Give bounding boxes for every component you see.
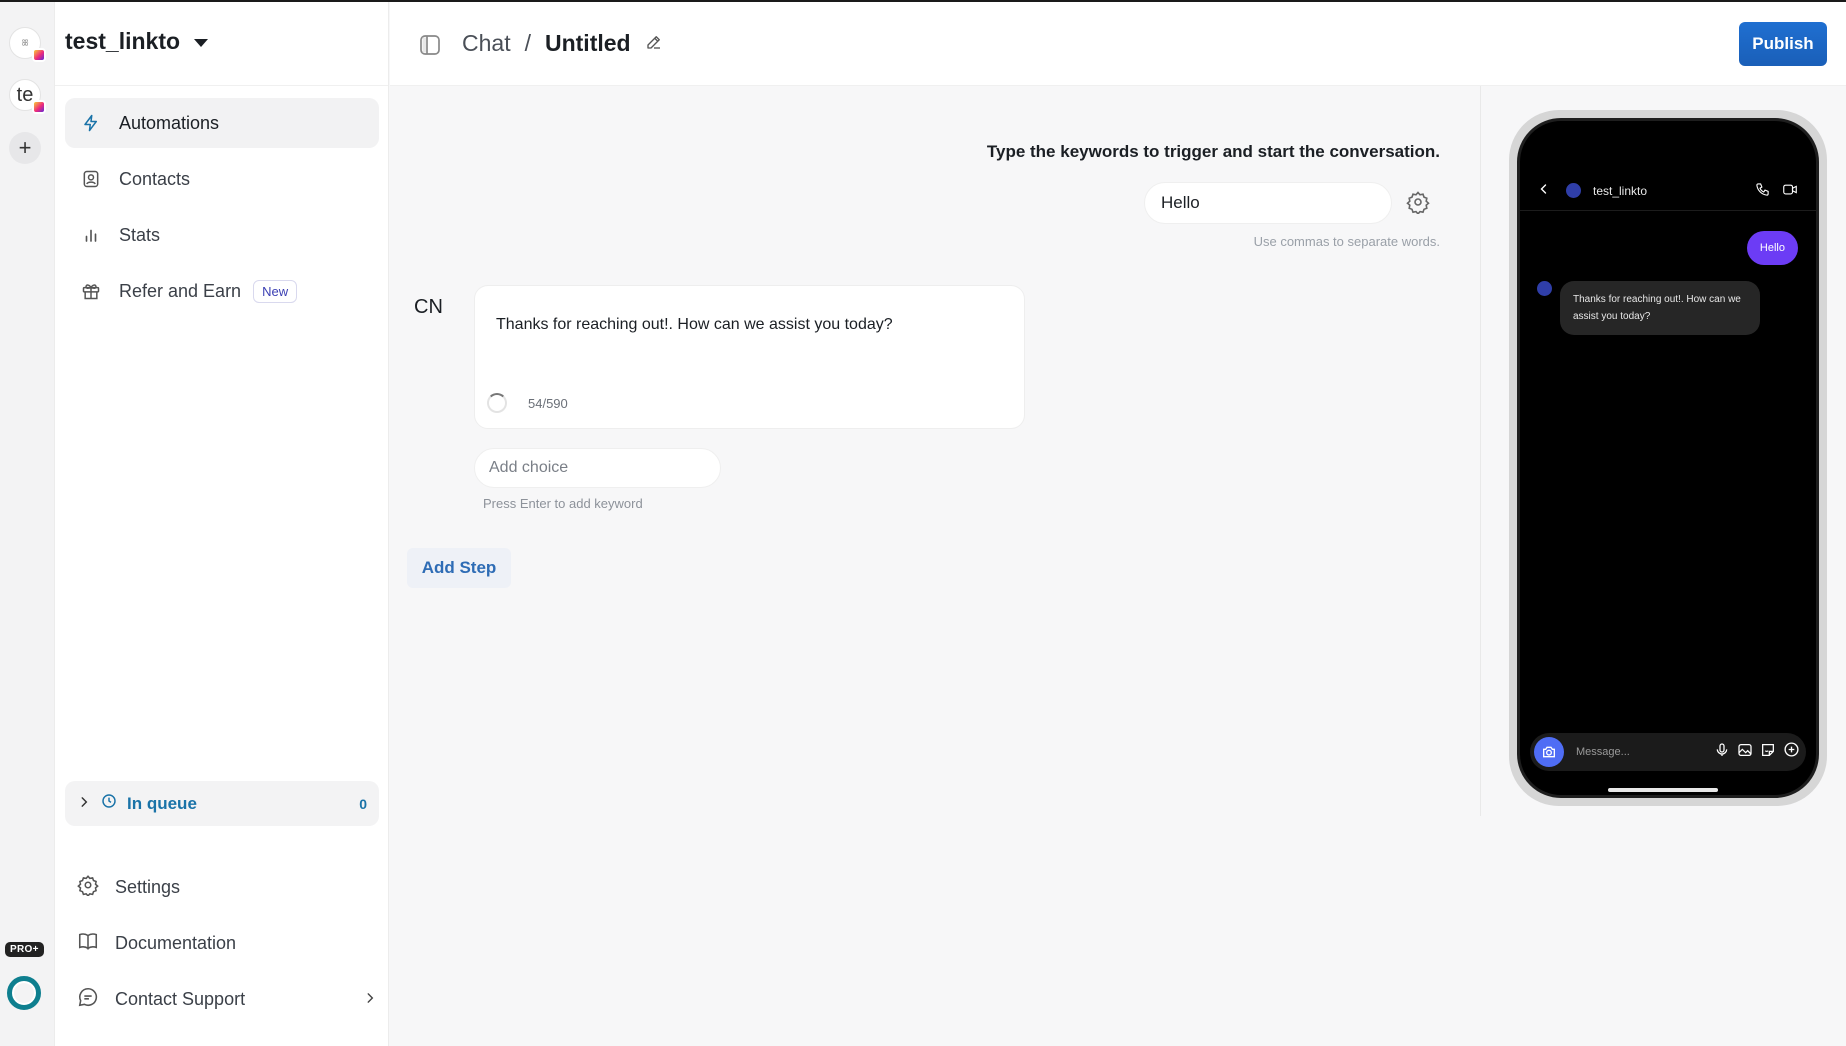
top-header: Chat / Untitled Publish (390, 2, 1846, 86)
queue-count: 0 (359, 795, 367, 812)
new-badge: New (253, 279, 298, 303)
sidebar-item-label: Documentation (115, 932, 237, 953)
instagram-icon (32, 48, 46, 62)
sidebar-item-label: Contact Support (115, 988, 246, 1009)
sidebar-toggle-icon[interactable] (418, 33, 442, 62)
sidebar-item-label: Automations (119, 112, 220, 133)
sender-initials: CN (414, 296, 443, 318)
char-count: 54/590 (528, 396, 568, 411)
incoming-message: Thanks for reaching out!. How can we ass… (1560, 281, 1760, 335)
sidebar-item-label: Refer and Earn (119, 280, 242, 301)
composer-placeholder: Message... (1576, 746, 1630, 758)
home-indicator (1608, 788, 1718, 792)
book-icon (77, 930, 99, 957)
breadcrumb-separator: / (524, 30, 531, 56)
chevron-right-icon (363, 989, 377, 1010)
microphone-icon (1714, 742, 1730, 763)
sidebar-item-contacts[interactable]: Contacts (65, 154, 379, 204)
queue-label: In queue (127, 793, 197, 813)
plus-icon: + (18, 135, 32, 160)
preview-divider (1480, 86, 1481, 816)
add-account-button[interactable]: + (9, 132, 41, 164)
page-title: Untitled (544, 30, 631, 56)
sidebar-item-label: Stats (119, 224, 161, 245)
account-rail: ꕥ te + PRO+ (0, 2, 55, 1046)
sidebar-item-contact-support[interactable]: Contact Support (77, 971, 377, 1027)
sidebar-item-label: Contacts (119, 168, 191, 189)
sidebar-item-refer[interactable]: Refer and Earn New (65, 266, 379, 316)
back-arrow-icon (1538, 183, 1550, 198)
contact-card-icon (79, 167, 103, 191)
outgoing-message: Hello (1746, 231, 1798, 265)
sidebar-divider (55, 85, 388, 86)
breadcrumb: Chat / Untitled (462, 30, 663, 57)
dm-header: test_linkto (1520, 171, 1816, 211)
plus-circle-icon (1783, 741, 1800, 763)
account-initials: te (16, 83, 34, 106)
composer-icons (1714, 741, 1800, 763)
gift-icon (79, 279, 103, 303)
account-logo: ꕥ (21, 38, 29, 48)
sidebar-item-settings[interactable]: Settings (77, 859, 377, 915)
chat-support-icon (77, 986, 99, 1013)
message-text[interactable]: Thanks for reaching out!. How can we ass… (496, 316, 893, 334)
breadcrumb-section[interactable]: Chat (462, 30, 511, 57)
sidebar-item-documentation[interactable]: Documentation (77, 915, 377, 971)
workspace-name: test_linkto (65, 28, 181, 54)
message-card[interactable]: Thanks for reaching out!. How can we ass… (474, 285, 1025, 429)
workspace-switcher[interactable]: test_linkto (65, 28, 209, 55)
dm-avatar (1566, 183, 1581, 198)
camera-icon (1534, 737, 1564, 767)
phone-icon (1755, 182, 1770, 200)
sidebar-item-stats[interactable]: Stats (65, 210, 379, 260)
message-composer: Message... (1530, 733, 1806, 771)
account-avatar-1[interactable]: ꕥ (9, 27, 46, 62)
sidebar-item-automations[interactable]: Automations (65, 98, 379, 148)
flow-canvas: Type the keywords to trigger and start t… (390, 86, 1480, 1046)
edit-pencil-icon[interactable] (645, 30, 663, 57)
main-nav: Automations Contacts Stats Refer and Ear… (65, 98, 379, 322)
app-logo[interactable] (7, 976, 41, 1010)
trigger-hint: Use commas to separate words. (1253, 234, 1440, 249)
gear-icon[interactable] (1406, 190, 1430, 219)
incoming-avatar (1537, 281, 1552, 296)
gear-icon (77, 874, 99, 901)
dm-username: test_linkto (1593, 183, 1648, 198)
chevron-right-icon (77, 794, 91, 814)
video-icon (1782, 182, 1798, 200)
caret-down-icon (194, 38, 209, 47)
add-choice-input[interactable] (474, 448, 721, 488)
add-step-button[interactable]: Add Step (407, 548, 511, 588)
bottom-nav: Settings Documentation Contact Support (77, 859, 377, 1027)
phone-screen: test_linkto Hello Thanks for reaching ou… (1517, 118, 1819, 798)
plan-badge: PRO+ (5, 942, 44, 957)
clock-icon (101, 793, 117, 814)
choice-hint: Press Enter to add keyword (483, 496, 643, 511)
sidebar-item-label: Settings (115, 876, 181, 897)
bar-chart-icon (79, 223, 103, 247)
lightning-icon (79, 111, 103, 135)
dm-actions (1755, 182, 1798, 200)
sticker-icon (1760, 742, 1776, 763)
publish-button[interactable]: Publish (1739, 22, 1827, 66)
instagram-icon (32, 100, 46, 114)
sidebar: test_linkto Automations Contacts Stats R… (55, 2, 389, 1046)
account-avatar-2[interactable]: te (9, 79, 46, 114)
phone-preview: test_linkto Hello Thanks for reaching ou… (1509, 110, 1827, 806)
trigger-title: Type the keywords to trigger and start t… (986, 142, 1440, 161)
image-icon (1737, 742, 1753, 763)
in-queue-toggle[interactable]: In queue 0 (65, 781, 379, 826)
loading-spinner-icon (487, 393, 507, 413)
trigger-keyword-input[interactable] (1144, 182, 1392, 224)
